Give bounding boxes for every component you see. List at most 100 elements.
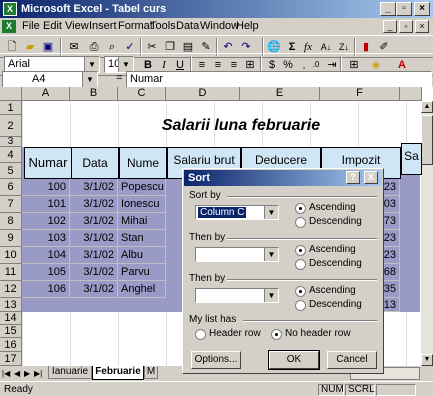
last-sheet-icon[interactable]: ▶| — [34, 368, 46, 379]
workbook-icon[interactable]: X — [2, 20, 16, 33]
column-header[interactable]: A — [22, 87, 70, 101]
scroll-down-icon[interactable]: ▼ — [421, 354, 433, 366]
name-box[interactable]: A4 ▼ — [2, 71, 98, 88]
sort-by-combo[interactable]: Column C ▼ — [195, 205, 279, 220]
minimize-button[interactable]: _ — [380, 2, 396, 16]
row-header[interactable]: 6 — [0, 179, 22, 196]
then-by-2-ascending-radio[interactable] — [295, 286, 306, 297]
cell-data[interactable]: 3/1/02 — [70, 230, 118, 247]
menu-help[interactable]: Help — [236, 20, 259, 32]
maximize-button[interactable]: ▫ — [396, 2, 412, 16]
column-header[interactable]: B — [70, 87, 118, 101]
chevron-down-icon[interactable]: ▼ — [264, 206, 278, 219]
doc-minimize-button[interactable]: _ — [383, 20, 397, 33]
menu-format[interactable]: Format — [118, 20, 153, 32]
tab-ianuarie[interactable]: Ianuarie — [48, 366, 92, 379]
chevron-down-icon[interactable]: ▼ — [82, 72, 97, 87]
cell-nume[interactable]: Parvu — [118, 264, 166, 281]
cell-data[interactable]: 3/1/02 — [70, 281, 118, 298]
then-by-combo-1[interactable]: ▼ — [195, 247, 279, 262]
row-header[interactable]: 14 — [0, 312, 22, 325]
cell-numar[interactable]: 104 — [22, 247, 70, 264]
menu-tools[interactable]: Tools — [150, 20, 176, 32]
row-header[interactable]: 17 — [0, 352, 22, 366]
row-header[interactable]: 1 — [0, 101, 22, 115]
cell-data[interactable]: 3/1/02 — [70, 213, 118, 230]
then-by-2-descending-radio[interactable] — [295, 300, 306, 311]
sheet-title[interactable]: Salarii luna februarie — [22, 115, 420, 137]
chevron-down-icon[interactable]: ▼ — [264, 248, 278, 261]
row-header[interactable]: 8 — [0, 213, 22, 230]
doc-restore-button[interactable]: ▫ — [399, 20, 413, 33]
row-header[interactable]: 3 — [0, 137, 22, 147]
cell-numar[interactable]: 106 — [22, 281, 70, 298]
header-cell[interactable]: Numar — [24, 147, 72, 179]
scroll-up-icon[interactable]: ▲ — [421, 101, 433, 113]
no-header-row-radio[interactable] — [271, 329, 282, 340]
cell-nume[interactable]: Stan — [118, 230, 166, 247]
cell-numar[interactable]: 100 — [22, 179, 70, 196]
cell-data[interactable]: 3/1/02 — [70, 247, 118, 264]
header-cell[interactable]: Data — [71, 147, 119, 179]
cell-numar[interactable]: 105 — [22, 264, 70, 281]
scroll-thumb[interactable] — [421, 115, 433, 165]
row-header[interactable]: 11 — [0, 264, 22, 281]
first-sheet-icon[interactable]: |◀ — [2, 368, 12, 379]
chevron-down-icon[interactable]: ▼ — [264, 289, 278, 302]
help-button[interactable]: ? — [346, 171, 360, 184]
menu-view[interactable]: View — [65, 20, 89, 32]
cell-nume[interactable]: Anghel — [118, 281, 166, 298]
cell-nume[interactable]: Mihai — [118, 213, 166, 230]
row-header[interactable]: 12 — [0, 281, 22, 298]
menu-insert[interactable]: Insert — [89, 20, 117, 32]
sort-by-ascending-radio[interactable] — [295, 203, 306, 214]
row-header[interactable]: 2 — [0, 115, 22, 137]
row-header[interactable]: 9 — [0, 230, 22, 247]
tab-next-sheet[interactable]: M — [144, 366, 158, 379]
cell-nume[interactable]: Popescu — [118, 179, 166, 196]
tab-februarie[interactable]: Februarie — [92, 366, 144, 380]
menu-edit[interactable]: Edit — [43, 20, 62, 32]
header-cell[interactable]: Nume — [119, 147, 167, 179]
cell-numar[interactable]: 102 — [22, 213, 70, 230]
cell-data[interactable]: 3/1/02 — [70, 264, 118, 281]
formula-input[interactable]: Numar — [126, 71, 432, 88]
menu-data[interactable]: Data — [176, 20, 199, 32]
row-header[interactable]: 10 — [0, 247, 22, 264]
cell-data[interactable]: 3/1/02 — [70, 179, 118, 196]
ok-button[interactable]: OK — [268, 350, 320, 370]
menu-file[interactable]: File — [22, 20, 40, 32]
then-by-1-ascending-radio[interactable] — [295, 245, 306, 256]
row-header[interactable]: 4 — [0, 147, 22, 163]
column-header[interactable]: D — [166, 87, 240, 101]
cell-nume[interactable]: Ionescu — [118, 196, 166, 213]
column-header[interactable]: C — [118, 87, 166, 101]
dialog-close-button[interactable]: X — [364, 171, 378, 184]
close-button[interactable]: × — [414, 2, 430, 16]
row-header[interactable]: 15 — [0, 325, 22, 338]
row-header[interactable]: 5 — [0, 163, 22, 179]
header-cell[interactable]: Sa — [401, 143, 422, 175]
row-header[interactable]: 13 — [0, 298, 22, 312]
sort-by-descending-radio[interactable] — [295, 217, 306, 228]
then-by-combo-2[interactable]: ▼ — [195, 288, 279, 303]
prev-sheet-icon[interactable]: ◀ — [14, 368, 24, 379]
options-button[interactable]: Options... — [191, 351, 241, 369]
next-sheet-icon[interactable]: ▶ — [24, 368, 34, 379]
menu-window[interactable]: Window — [200, 20, 239, 32]
header-row-radio[interactable] — [195, 329, 206, 340]
vertical-scrollbar[interactable]: ▲ ▼ — [420, 101, 433, 366]
doc-close-button[interactable]: × — [415, 20, 429, 33]
select-all-corner[interactable] — [0, 87, 22, 101]
row-header[interactable]: 16 — [0, 338, 22, 352]
row-header[interactable]: 7 — [0, 196, 22, 213]
excel-icon[interactable]: X — [3, 2, 17, 16]
then-by-1-descending-radio[interactable] — [295, 259, 306, 270]
column-header[interactable]: F — [320, 87, 400, 101]
cell-numar[interactable]: 103 — [22, 230, 70, 247]
column-header[interactable]: E — [240, 87, 320, 101]
cell-nume[interactable]: Albu — [118, 247, 166, 264]
cancel-button[interactable]: Cancel — [327, 351, 377, 369]
cell-data[interactable]: 3/1/02 — [70, 196, 118, 213]
cell-numar[interactable]: 101 — [22, 196, 70, 213]
